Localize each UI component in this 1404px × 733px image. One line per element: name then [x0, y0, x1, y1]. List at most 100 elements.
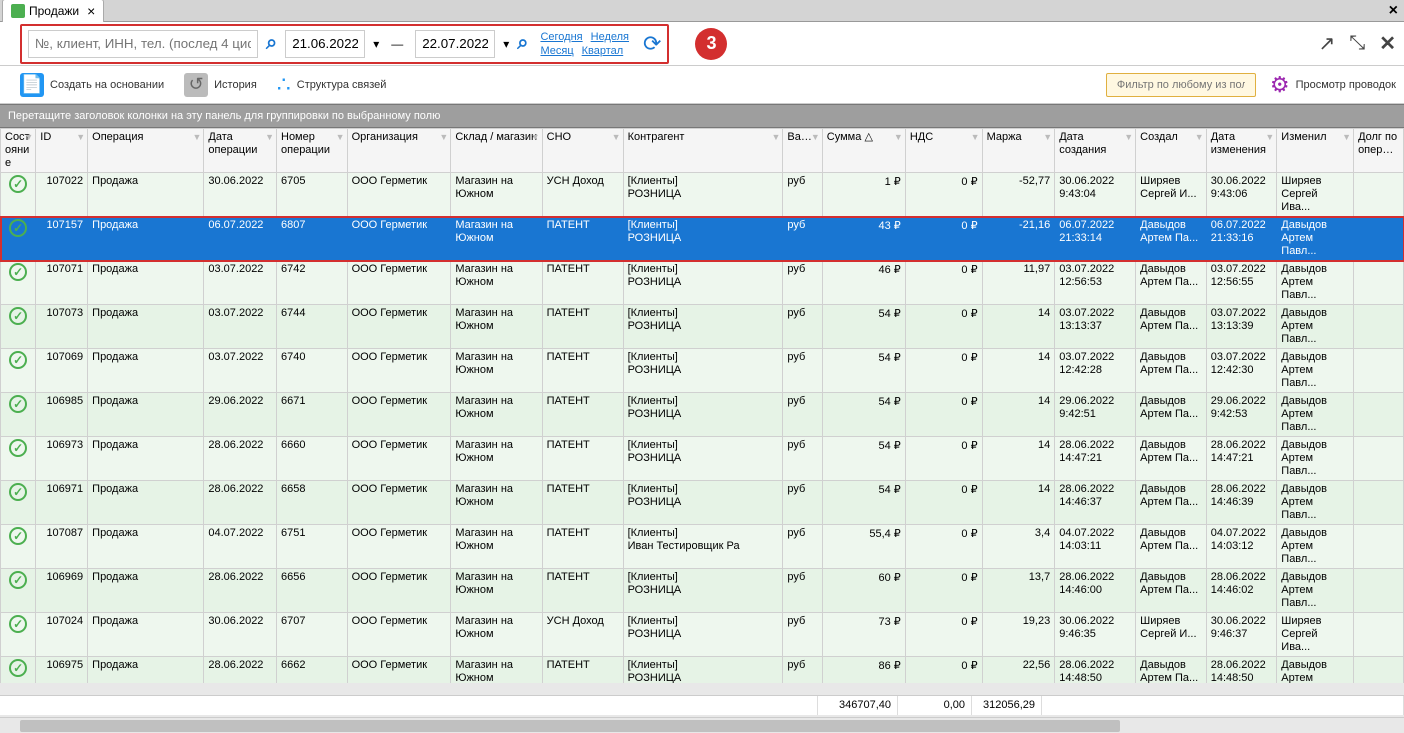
col-id[interactable]: ID▼	[36, 129, 88, 173]
table-row[interactable]: ✓106971Продажа28.06.20226658ООО Герметик…	[1, 481, 1404, 525]
filter-icon[interactable]: ▼	[265, 131, 274, 144]
filter-icon[interactable]: ▼	[336, 131, 345, 144]
col-sum[interactable]: Сумма △▼	[822, 129, 905, 173]
numop-cell: 6671	[277, 393, 348, 437]
col-created[interactable]: Дата создания▼	[1055, 129, 1136, 173]
filter-icon[interactable]: ▼	[1342, 131, 1351, 144]
id-cell: 107069	[36, 349, 88, 393]
table-row[interactable]: ✓106973Продажа28.06.20226660ООО Герметик…	[1, 437, 1404, 481]
filter-icon[interactable]: ▼	[894, 131, 903, 144]
op-cell: Продажа	[88, 305, 204, 349]
date-from-input[interactable]	[285, 30, 365, 58]
toolbar-right: ⚙ Просмотр проводок	[1106, 72, 1396, 98]
col-sno[interactable]: СНО▼	[542, 129, 623, 173]
sum-cell: 54 ₽	[822, 393, 905, 437]
filter-icon[interactable]: ▼	[439, 131, 448, 144]
filter-icon[interactable]: ▼	[1195, 131, 1204, 144]
table-row[interactable]: ✓107073Продажа03.07.20226744ООО Герметик…	[1, 305, 1404, 349]
link-month[interactable]: Месяц	[540, 45, 573, 57]
table-row[interactable]: ✓107022Продажа30.06.20226705ООО Герметик…	[1, 173, 1404, 217]
filter-any-field-input[interactable]	[1106, 73, 1256, 97]
scrollbar-thumb[interactable]	[20, 720, 1120, 732]
chevron-down-icon[interactable]: ▾	[373, 37, 379, 51]
filter-icon[interactable]: ▼	[531, 131, 540, 144]
history-button[interactable]: ↺ История	[184, 73, 257, 97]
col-status[interactable]: Сост ояни е▼	[1, 129, 36, 173]
nds-cell: 0 ₽	[905, 261, 982, 305]
col-nds[interactable]: НДС▼	[905, 129, 982, 173]
filter-icon[interactable]: ▼	[1265, 131, 1274, 144]
col-debt[interactable]: Долг по операции	[1354, 129, 1404, 173]
search-icon[interactable]: ⌕	[266, 32, 277, 55]
col-dateop[interactable]: Дата операции▼	[204, 129, 277, 173]
header-row: Сост ояни е▼ ID▼ Операция▼ Дата операции…	[1, 129, 1404, 173]
link-quarter[interactable]: Квартал	[582, 45, 624, 57]
id-cell: 107022	[36, 173, 88, 217]
filter-icon[interactable]: ▼	[612, 131, 621, 144]
id-cell: 106971	[36, 481, 88, 525]
structure-button[interactable]: ∴ Структура связей	[277, 72, 387, 98]
view-entries-button[interactable]: ⚙ Просмотр проводок	[1270, 72, 1396, 98]
link-today[interactable]: Сегодня	[540, 31, 582, 43]
table-row[interactable]: ✓107024Продажа30.06.20226707ООО Герметик…	[1, 613, 1404, 657]
filter-icon[interactable]: ▼	[24, 131, 33, 144]
id-cell: 106973	[36, 437, 88, 481]
filter-icon[interactable]: ▼	[76, 131, 85, 144]
col-creator[interactable]: Создал▼	[1136, 129, 1207, 173]
org-cell: ООО Герметик	[347, 569, 451, 613]
tab-close-icon[interactable]: ×	[87, 3, 95, 19]
group-panel-hint[interactable]: Перетащите заголовок колонки на эту пане…	[0, 104, 1404, 128]
search-date-icon[interactable]: ⌕	[517, 32, 528, 55]
filter-icon[interactable]: ▼	[811, 131, 820, 144]
sum-cell: 46 ₽	[822, 261, 905, 305]
filter-icon[interactable]: ▼	[1043, 131, 1052, 144]
table-row[interactable]: ✓107069Продажа03.07.20226740ООО Герметик…	[1, 349, 1404, 393]
table-row[interactable]: ✓107087Продажа04.07.20226751ООО Герметик…	[1, 525, 1404, 569]
col-modified[interactable]: Дата изменения▼	[1206, 129, 1277, 173]
search-input[interactable]	[28, 30, 258, 58]
col-wh[interactable]: Склад / магазин▼	[451, 129, 542, 173]
export-icon[interactable]: ↗	[1318, 31, 1335, 56]
create-on-basis-button[interactable]: 📄 Создать на основании	[20, 73, 164, 97]
close-icon[interactable]: ✕	[1379, 31, 1396, 56]
sno-cell: УСН Доход	[542, 173, 623, 217]
table-row[interactable]: ✓106969Продажа28.06.20226656ООО Герметик…	[1, 569, 1404, 613]
tab-sales[interactable]: Продажи ×	[2, 0, 104, 22]
modified-cell: 03.07.202212:42:30	[1206, 349, 1277, 393]
created-cell: 06.07.202221:33:14	[1055, 217, 1136, 261]
date-to-input[interactable]	[415, 30, 495, 58]
col-org[interactable]: Организация▼	[347, 129, 451, 173]
col-numop[interactable]: Номер операции▼	[277, 129, 348, 173]
table-row[interactable]: ✓107071Продажа03.07.20226742ООО Герметик…	[1, 261, 1404, 305]
cur-cell: руб	[783, 437, 822, 481]
debt-cell	[1354, 437, 1404, 481]
table-row[interactable]: ✓106985Продажа29.06.20226671ООО Герметик…	[1, 393, 1404, 437]
numop-cell: 6744	[277, 305, 348, 349]
callout-3: 3	[695, 28, 727, 60]
col-margin[interactable]: Маржа▼	[982, 129, 1055, 173]
sno-cell: ПАТЕНТ	[542, 525, 623, 569]
wh-cell: Магазин на Южном	[451, 613, 542, 657]
col-op[interactable]: Операция▼	[88, 129, 204, 173]
dateop-cell: 28.06.2022	[204, 569, 277, 613]
filter-icon[interactable]: ▼	[971, 131, 980, 144]
table-row[interactable]: ✓107157Продажа06.07.20226807ООО Герметик…	[1, 217, 1404, 261]
chevron-down-icon[interactable]: ▾	[503, 37, 509, 51]
col-modifier[interactable]: Изменил▼	[1277, 129, 1354, 173]
refresh-icon[interactable]: ⟳	[643, 31, 661, 57]
dateop-cell: 03.07.2022	[204, 261, 277, 305]
horizontal-scrollbar[interactable]	[0, 717, 1404, 733]
col-contr[interactable]: Контрагент▼ 4	[623, 129, 783, 173]
sno-cell: ПАТЕНТ	[542, 393, 623, 437]
filter-icon[interactable]: ▼	[192, 131, 201, 144]
sum-cell: 1 ₽	[822, 173, 905, 217]
filter-icon[interactable]: ▼	[1124, 131, 1133, 144]
filter-icon[interactable]: ▼	[771, 131, 780, 144]
link-week[interactable]: Неделя	[591, 31, 629, 43]
collapse-icon[interactable]: ⤡	[1349, 32, 1365, 55]
window-close-icon[interactable]: ×	[1389, 2, 1398, 20]
col-cur[interactable]: Валюта▼	[783, 129, 822, 173]
creator-cell: ШиряевСергей И...	[1136, 173, 1207, 217]
table-row[interactable]: ✓106975Продажа28.06.20226662ООО Герметик…	[1, 657, 1404, 684]
debt-cell	[1354, 349, 1404, 393]
